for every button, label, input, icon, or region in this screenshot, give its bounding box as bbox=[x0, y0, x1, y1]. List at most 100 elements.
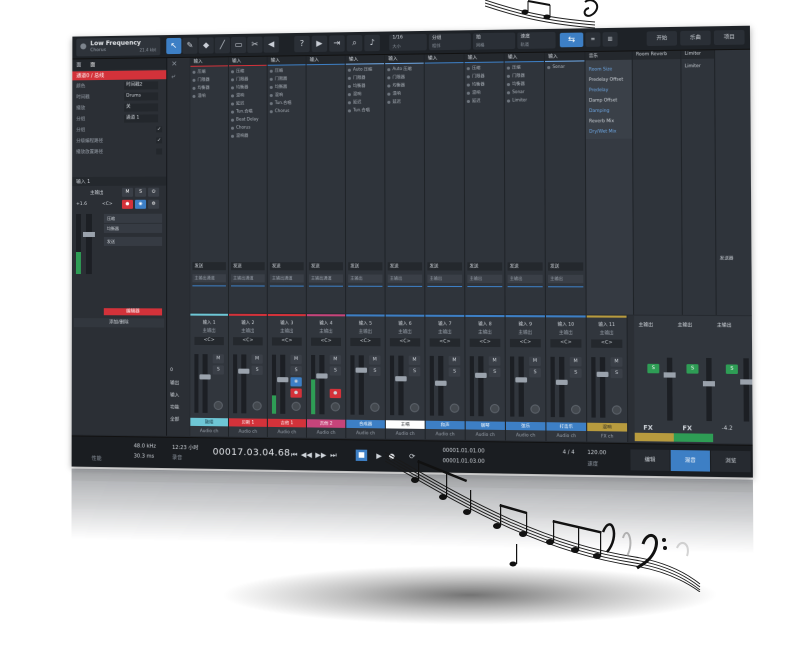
power-led-icon[interactable] bbox=[387, 100, 391, 104]
channel-output[interactable]: 主输出 bbox=[548, 330, 583, 337]
power-led-icon[interactable] bbox=[230, 118, 235, 122]
snap-box[interactable]: 分组 相邻 bbox=[428, 33, 471, 51]
power-led-icon[interactable] bbox=[387, 92, 391, 96]
insert-slot[interactable]: 压缩 bbox=[269, 67, 304, 75]
channel-name[interactable]: 吉他 2 bbox=[306, 419, 346, 428]
play-forward-icon[interactable]: ▶ bbox=[311, 35, 328, 52]
fader-cap[interactable] bbox=[740, 379, 753, 385]
tab-browse[interactable]: 浏览 bbox=[711, 450, 751, 473]
fader-cap[interactable] bbox=[435, 380, 447, 386]
send-slot[interactable]: 发送 bbox=[103, 236, 163, 246]
insert-slot[interactable]: 均衡器 bbox=[103, 223, 163, 233]
power-led-icon[interactable] bbox=[466, 99, 470, 104]
pan-knob-icon[interactable] bbox=[409, 403, 420, 413]
insert-slot[interactable]: 混响 bbox=[269, 92, 304, 99]
pan-knob-icon[interactable] bbox=[291, 401, 301, 411]
power-led-icon[interactable] bbox=[192, 94, 196, 98]
power-led-icon[interactable] bbox=[230, 78, 235, 82]
insert-slot[interactable]: Chorus bbox=[230, 124, 265, 131]
volume-fader[interactable] bbox=[599, 357, 606, 418]
insert-slot[interactable]: 门限器 bbox=[269, 75, 304, 83]
channel-input[interactable]: 输入 10 bbox=[548, 321, 583, 328]
insert-slot[interactable]: 门限器 bbox=[506, 72, 542, 80]
param[interactable]: Predelay bbox=[589, 87, 608, 92]
send-slot[interactable]: 主输出 bbox=[467, 274, 503, 284]
send-level-line[interactable] bbox=[348, 285, 383, 287]
send-level-line[interactable] bbox=[548, 286, 584, 288]
rewind-icon[interactable]: ◀◀ bbox=[301, 451, 312, 460]
pan-control[interactable]: <C> bbox=[271, 337, 302, 346]
mute-button[interactable]: M bbox=[448, 356, 461, 366]
insert-slot[interactable]: Auto 压缩 bbox=[347, 66, 382, 74]
song-info[interactable]: Low Frequency Chorus 21.4 kbt bbox=[76, 37, 161, 57]
record-button[interactable]: ● bbox=[121, 199, 133, 209]
pan-control[interactable]: <C> bbox=[469, 338, 501, 348]
send-slot[interactable]: 主输出通道 bbox=[308, 274, 343, 283]
power-led-icon[interactable] bbox=[347, 68, 351, 72]
pan-knob-icon[interactable] bbox=[330, 402, 341, 412]
insert-slot[interactable]: 压缩 bbox=[103, 213, 163, 223]
power-led-icon[interactable] bbox=[230, 86, 235, 90]
nav-label[interactable]: 0 bbox=[170, 368, 173, 373]
channel-output[interactable]: 主输出 bbox=[192, 328, 226, 335]
pan-control[interactable]: <C> bbox=[389, 338, 421, 347]
pan-knob-icon[interactable] bbox=[449, 403, 460, 413]
volume-fader[interactable] bbox=[478, 356, 484, 417]
insert-slot[interactable]: Chorus bbox=[269, 108, 304, 115]
record-arm-button[interactable]: ● bbox=[290, 388, 302, 398]
send-level-line[interactable] bbox=[467, 286, 503, 288]
channel-input[interactable]: 输入 7 bbox=[428, 321, 463, 328]
power-led-icon[interactable] bbox=[506, 99, 511, 103]
volume-fader[interactable] bbox=[358, 355, 364, 415]
solo-button[interactable]: S bbox=[329, 366, 342, 376]
pan-control[interactable]: <C> bbox=[350, 337, 381, 347]
param[interactable]: Predelay Offset bbox=[589, 76, 623, 82]
insert-slot[interactable]: 延迟 bbox=[466, 98, 502, 106]
send-header[interactable]: 发送 bbox=[231, 262, 265, 271]
power-led-icon[interactable] bbox=[347, 93, 351, 97]
nav-label[interactable]: 功能 bbox=[170, 404, 179, 410]
mute-button[interactable]: M bbox=[251, 354, 263, 364]
bar-icon[interactable]: ▥ bbox=[602, 31, 618, 47]
insert-slot[interactable]: Tun.合唱 bbox=[269, 100, 304, 107]
channel-name[interactable]: 打击乐 bbox=[546, 422, 587, 432]
power-led-icon[interactable] bbox=[466, 83, 470, 87]
power-icon[interactable]: ⏻ bbox=[148, 187, 160, 197]
settings-icon[interactable]: ⚙ bbox=[148, 199, 160, 209]
channel-input[interactable]: 输入 4 bbox=[309, 320, 343, 327]
channel-output[interactable]: 主输出 bbox=[428, 329, 463, 336]
fader-cap[interactable] bbox=[82, 231, 95, 237]
insert-slot[interactable]: Tun.合唱 bbox=[230, 108, 265, 115]
arrow-icon[interactable]: ⤶ bbox=[171, 72, 183, 81]
monitor-button[interactable]: ◉ bbox=[134, 199, 147, 209]
power-led-icon[interactable] bbox=[269, 102, 273, 106]
channel-input[interactable]: 输入 8 bbox=[467, 321, 502, 328]
power-led-icon[interactable] bbox=[506, 91, 511, 95]
power-led-icon[interactable] bbox=[347, 76, 351, 80]
solo-button[interactable]: S bbox=[251, 365, 263, 375]
power-led-icon[interactable] bbox=[192, 78, 196, 82]
send-header[interactable]: 发送 bbox=[192, 262, 226, 271]
fader-cap[interactable] bbox=[515, 377, 528, 383]
pan-control[interactable]: <C> bbox=[591, 339, 623, 348]
timecode-display[interactable]: 00017.03.04.68 bbox=[213, 447, 291, 458]
paint-icon[interactable]: ╱ bbox=[214, 37, 230, 54]
monitor-button[interactable]: ◉ bbox=[290, 377, 302, 387]
insert-slot[interactable]: 延迟 bbox=[387, 98, 421, 106]
insert-slot[interactable]: 门限器 bbox=[230, 76, 265, 83]
nav-label[interactable]: 输出 bbox=[170, 380, 179, 386]
insert-slot[interactable]: 门限器 bbox=[466, 73, 502, 81]
solo-button[interactable]: S bbox=[408, 367, 421, 377]
send-level-line[interactable] bbox=[231, 285, 265, 287]
row-value[interactable]: 时间戳2 bbox=[124, 81, 159, 90]
volume-fader[interactable] bbox=[559, 356, 565, 418]
insert-slot[interactable]: 均衡器 bbox=[192, 84, 225, 91]
power-led-icon[interactable] bbox=[466, 67, 470, 71]
fader-cap[interactable] bbox=[316, 373, 328, 379]
pointer-icon[interactable]: ↖ bbox=[166, 37, 182, 55]
volume-fader[interactable] bbox=[280, 354, 286, 414]
channel-name[interactable]: 弦乐 bbox=[505, 421, 546, 431]
send-header[interactable]: 发送 bbox=[467, 262, 503, 271]
send-slot[interactable]: 主输出 bbox=[427, 274, 463, 283]
param[interactable]: Dry/Wet Mix bbox=[589, 128, 616, 133]
